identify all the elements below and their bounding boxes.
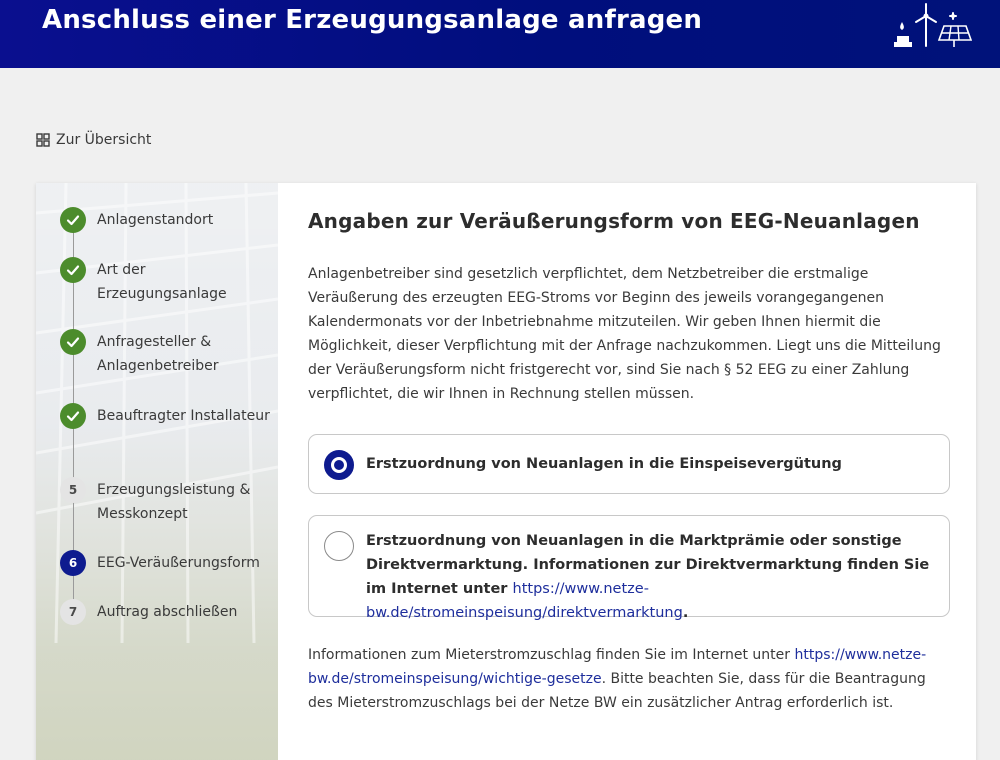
option-label-suffix: .: [682, 605, 689, 621]
step-label: Erzeugungsleistung & Messkonzept: [97, 482, 251, 522]
check-icon: [60, 257, 86, 283]
page-title: Anschluss einer Erzeugungsanlage anfrage…: [42, 5, 703, 35]
step-label: EEG-Veräußerungsform: [97, 555, 260, 571]
step-erzeugungsleistung[interactable]: 5 Erzeugungsleistung & Messkonzept: [60, 477, 272, 526]
option-label: Erstzuordnung von Neuanlagen in die Mark…: [366, 529, 936, 625]
check-icon: [60, 207, 86, 233]
step-anlagenstandort[interactable]: Anlagenstandort: [60, 207, 272, 233]
info-prefix: Informationen zum Mieterstromzuschlag fi…: [308, 647, 791, 663]
step-installateur[interactable]: Beauftragter Installateur: [60, 403, 272, 429]
step-number-badge: 5: [60, 477, 86, 503]
radio-button-selected[interactable]: [324, 450, 354, 480]
section-title: Angaben zur Veräußerungsform von EEG-Neu…: [308, 209, 920, 233]
step-label: Anfragesteller & Anlagenbetreiber: [97, 334, 219, 374]
step-anfragesteller[interactable]: Anfragesteller & Anlagenbetreiber: [60, 329, 272, 378]
grid-icon: [36, 133, 50, 147]
back-link-label: Zur Übersicht: [56, 132, 152, 148]
radio-button-unselected[interactable]: [324, 531, 354, 561]
option-label: Erstzuordnung von Neuanlagen in die Eins…: [366, 456, 842, 472]
option-marktpraemie[interactable]: Erstzuordnung von Neuanlagen in die Mark…: [308, 515, 950, 621]
renewable-energy-icon: [894, 3, 972, 47]
step-label: Anlagenstandort: [97, 212, 214, 228]
step-sidebar: Anlagenstandort Art der Erzeugungsanlage…: [36, 183, 278, 760]
intro-text: Anlagenbetreiber sind gesetzlich verpfli…: [308, 266, 941, 402]
option-einspeiseverguetung[interactable]: Erstzuordnung von Neuanlagen in die Eins…: [308, 434, 950, 494]
step-eeg-veraeusserungsform[interactable]: 6 EEG-Veräußerungsform: [60, 550, 272, 576]
back-to-overview-link[interactable]: Zur Übersicht: [36, 132, 151, 148]
check-icon: [60, 403, 86, 429]
step-number-badge: 6: [60, 550, 86, 576]
page-header: Anschluss einer Erzeugungsanlage anfrage…: [0, 0, 1000, 68]
step-auftrag-abschliessen[interactable]: 7 Auftrag abschließen: [60, 599, 272, 625]
step-label: Beauftragter Installateur: [97, 408, 270, 424]
form-card: Anlagenstandort Art der Erzeugungsanlage…: [36, 183, 976, 760]
step-label: Auftrag abschließen: [97, 604, 238, 620]
step-art-der-erzeugungsanlage[interactable]: Art der Erzeugungsanlage: [60, 257, 272, 306]
check-icon: [60, 329, 86, 355]
mieterstrom-info: Informationen zum Mieterstromzuschlag fi…: [308, 643, 950, 715]
step-label: Art der Erzeugungsanlage: [97, 262, 227, 302]
step-number-badge: 7: [60, 599, 86, 625]
